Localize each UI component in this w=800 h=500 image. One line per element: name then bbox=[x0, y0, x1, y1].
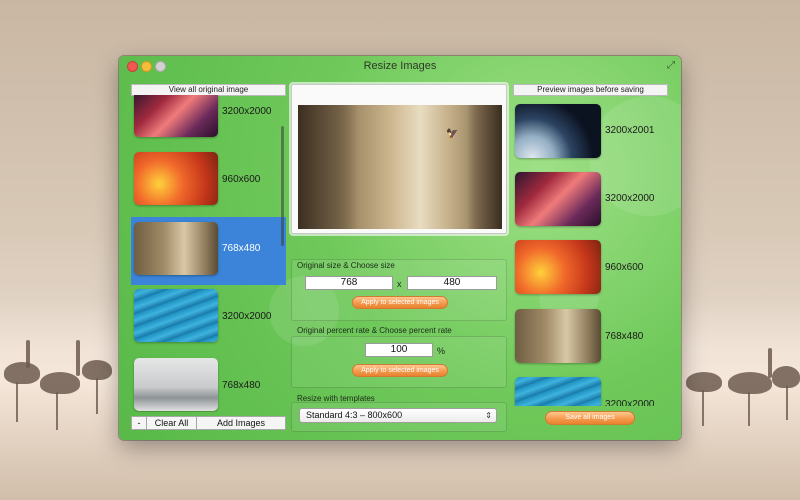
main-preview-image: 🦅 bbox=[298, 105, 502, 229]
preview-images-list[interactable]: 3200x2001 3200x2000 960x600 768x480 3200… bbox=[513, 95, 673, 406]
width-field[interactable]: 768 bbox=[305, 276, 393, 290]
flamingo-left-3 bbox=[82, 360, 112, 380]
size-group-title: Original size & Choose size bbox=[297, 261, 395, 270]
thumbnail-leaves[interactable] bbox=[515, 240, 601, 294]
image-size-label: 3200x2000 bbox=[605, 193, 655, 204]
percent-group-title: Original percent rate & Choose percent r… bbox=[297, 326, 452, 335]
thumbnail-fog-cliffs[interactable] bbox=[515, 309, 601, 363]
left-list-scrollbar[interactable] bbox=[281, 126, 284, 246]
main-preview-frame: 🦅 bbox=[291, 84, 507, 234]
clear-all-button[interactable]: Clear All bbox=[146, 416, 197, 430]
percent-unit: % bbox=[437, 346, 446, 356]
image-size-label: 3200x2000 bbox=[605, 399, 655, 406]
image-size-label: 960x600 bbox=[605, 262, 644, 273]
apply-percent-button[interactable]: Apply to selected images bbox=[352, 364, 448, 377]
fullscreen-icon[interactable]: ⤢ bbox=[667, 60, 675, 71]
preview-cliff-left bbox=[298, 105, 358, 229]
image-size-label: 768x480 bbox=[222, 380, 261, 391]
updown-arrows-icon: ⇕ bbox=[485, 411, 492, 420]
thumbnail-fog-cliffs[interactable] bbox=[134, 222, 218, 275]
flamingo-left-2-leg bbox=[56, 392, 58, 430]
flamingo-right-3 bbox=[772, 366, 800, 388]
flamingo-left-2 bbox=[40, 372, 80, 394]
image-size-label: 3200x2000 bbox=[222, 311, 272, 322]
thumbnail-water[interactable] bbox=[134, 289, 218, 342]
thumbnail-canyon[interactable] bbox=[515, 172, 601, 226]
height-field[interactable]: 480 bbox=[407, 276, 497, 290]
flamingo-right-2-leg bbox=[748, 392, 750, 426]
flamingo-left-1-leg bbox=[16, 382, 18, 422]
remove-image-button[interactable]: - bbox=[131, 416, 147, 430]
template-group-title: Resize with templates bbox=[297, 394, 375, 403]
bird-silhouette-icon: 🦅 bbox=[446, 129, 459, 140]
apply-size-button[interactable]: Apply to selected images bbox=[352, 296, 448, 309]
save-all-images-button[interactable]: Save all images bbox=[545, 411, 635, 425]
flamingo-right-1-leg bbox=[702, 390, 704, 426]
image-size-label: 960x600 bbox=[222, 174, 261, 185]
flamingo-left-2-neck bbox=[76, 340, 80, 376]
flamingo-left-1 bbox=[4, 362, 40, 384]
template-select-value: Standard 4:3 – 800x600 bbox=[306, 410, 403, 420]
window-title: Resize Images bbox=[363, 60, 437, 72]
add-images-button[interactable]: Add Images bbox=[196, 416, 286, 430]
image-size-label: 3200x2000 bbox=[222, 106, 272, 117]
percent-field[interactable]: 100 bbox=[365, 343, 433, 357]
dimension-separator: x bbox=[397, 279, 402, 289]
thumbnail-leaves[interactable] bbox=[134, 152, 218, 205]
flamingo-right-1 bbox=[686, 372, 722, 392]
flamingo-right-2 bbox=[728, 372, 772, 394]
title-bar[interactable]: Resize Images ⤢ bbox=[119, 56, 681, 78]
image-size-label: 768x480 bbox=[605, 331, 644, 342]
preview-cliff-right bbox=[467, 105, 502, 229]
thumbnail-mist[interactable] bbox=[134, 358, 218, 411]
resize-images-window: Resize Images ⤢ View all original image … bbox=[119, 56, 681, 440]
thumbnail-water[interactable] bbox=[515, 377, 601, 406]
flamingo-left-1-neck bbox=[26, 340, 30, 368]
flamingo-right-3-leg bbox=[786, 386, 788, 420]
image-size-label: 768x480 bbox=[222, 243, 261, 254]
template-select[interactable]: Standard 4:3 – 800x600 ⇕ bbox=[299, 408, 497, 423]
original-images-list[interactable]: 3200x2000 960x600 768x480 3200x2000 768x… bbox=[131, 95, 286, 412]
flamingo-left-3-leg bbox=[96, 378, 98, 414]
thumbnail-canyon[interactable] bbox=[134, 95, 218, 137]
thumbnail-earth[interactable] bbox=[515, 104, 601, 158]
image-size-label: 3200x2001 bbox=[605, 125, 655, 136]
